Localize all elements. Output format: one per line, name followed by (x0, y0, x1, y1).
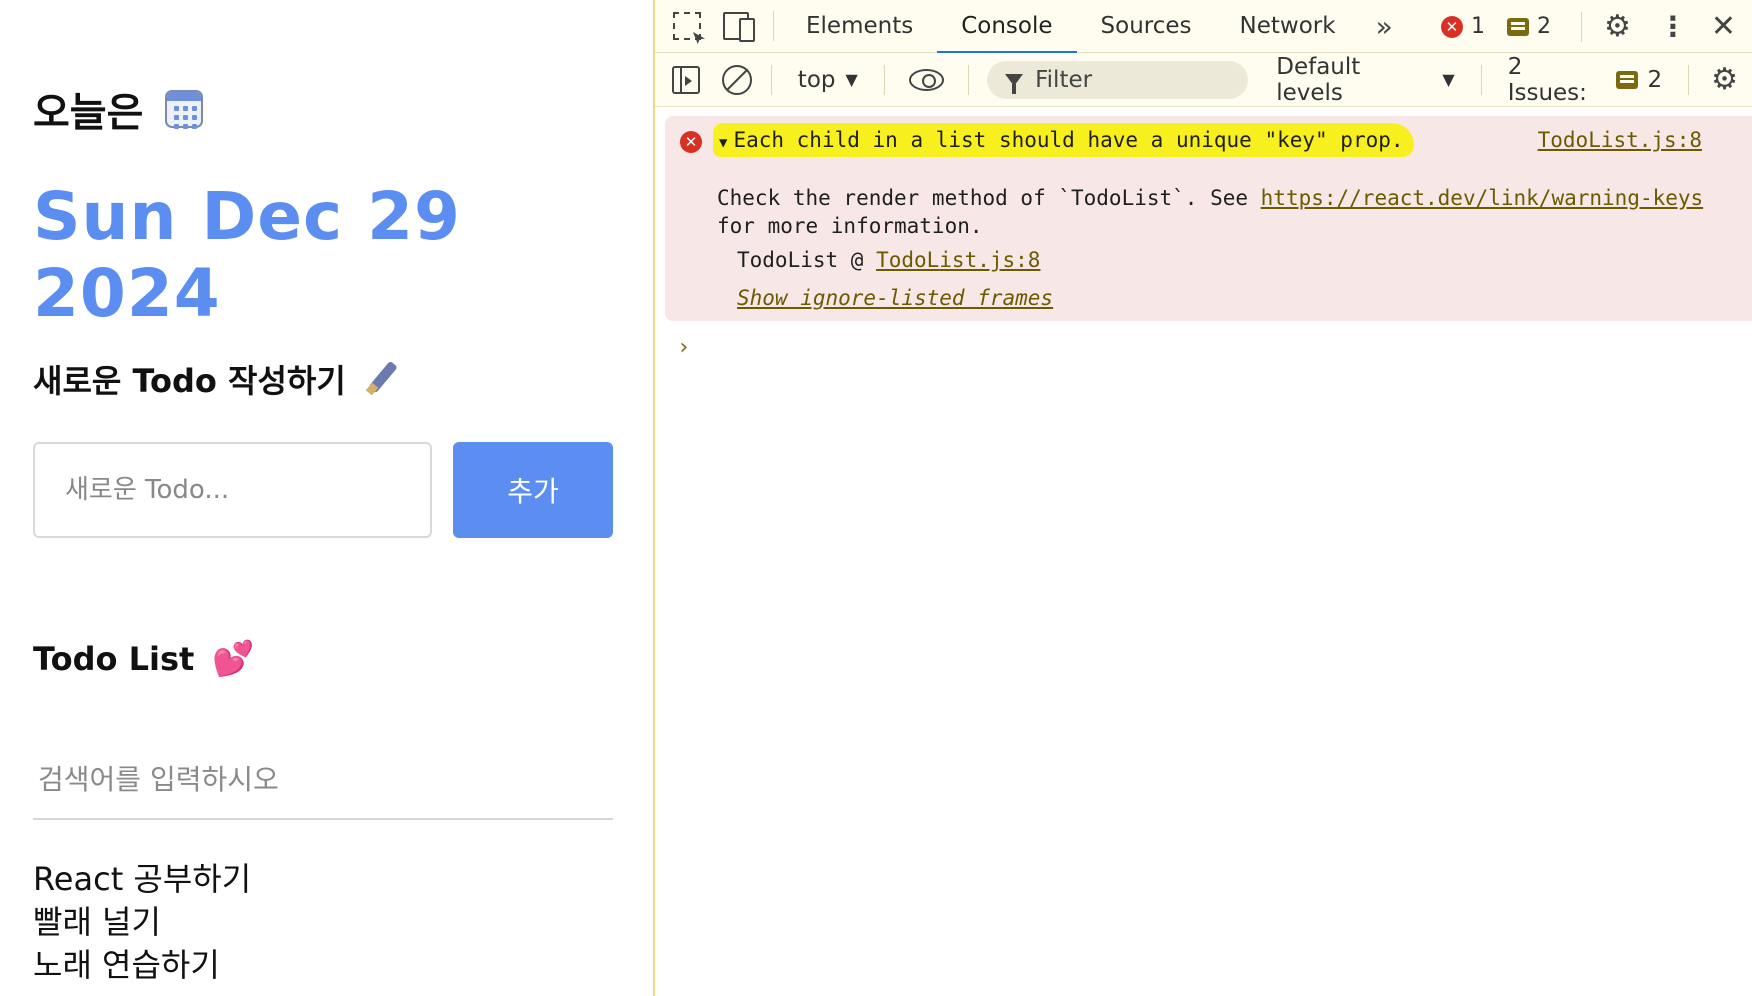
issues-label: 2 Issues: (1507, 53, 1587, 106)
todo-list-heading: Todo List 💕 (33, 640, 255, 678)
chevron-down-icon: ▼ (845, 70, 858, 89)
page-title: 오늘은 (33, 80, 204, 138)
stack-source-link[interactable]: TodoList.js:8 (876, 248, 1040, 272)
context-select[interactable]: top ▼ (780, 67, 876, 93)
chevron-down-icon: ▼ (1442, 70, 1455, 89)
error-detail-text-1: Check the render method of `TodoList`. S… (717, 186, 1261, 210)
more-tabs-icon[interactable]: » (1360, 10, 1409, 43)
warning-keys-link[interactable]: https://react.dev/link/warning-keys (1261, 186, 1704, 210)
new-todo-heading: 새로운 Todo 작성하기 (33, 356, 398, 402)
kebab-menu-icon[interactable]: ⋮ (1645, 10, 1701, 43)
hearts-icon: 💕 (212, 639, 255, 679)
clear-console-button[interactable] (712, 54, 763, 106)
tab-elements[interactable]: Elements (782, 0, 937, 53)
tab-console[interactable]: Console (937, 0, 1077, 54)
error-source-link[interactable]: TodoList.js:8 (1538, 128, 1702, 152)
error-count-badge[interactable]: ✕ 1 (1440, 14, 1485, 39)
pen-icon (364, 362, 398, 396)
log-levels-select[interactable]: Default levels ▼ (1258, 54, 1472, 106)
add-button[interactable]: 추가 (453, 442, 613, 538)
console-toolbar: top ▼ Filter Default levels ▼ 2 Issues: … (655, 53, 1752, 107)
inspect-button[interactable] (661, 0, 713, 52)
divider (770, 64, 772, 95)
filter-input[interactable]: Filter (987, 60, 1249, 99)
tab-network[interactable]: Network (1216, 0, 1360, 53)
error-message[interactable]: ▼ Each child in a list should have a uniq… (713, 123, 1414, 157)
eye-icon[interactable] (908, 68, 945, 91)
context-value: top (797, 66, 836, 93)
sidebar-toggle-icon (672, 65, 701, 94)
todo-item[interactable]: 노래 연습하기 (33, 944, 251, 987)
calendar-icon (165, 90, 204, 129)
show-ignore-listed-frames-link[interactable]: Show ignore-listed frames (737, 286, 1053, 310)
new-todo-heading-text: 새로운 Todo 작성하기 (33, 362, 346, 400)
inspect-icon (673, 12, 701, 40)
error-details: Check the render method of `TodoList`. S… (717, 184, 1707, 240)
device-toolbar-button[interactable] (713, 0, 765, 52)
search-input[interactable] (33, 740, 613, 820)
divider (1688, 64, 1690, 95)
message-count-badge[interactable]: 2 (1506, 14, 1551, 39)
filter-placeholder: Filter (1035, 66, 1093, 93)
new-todo-input[interactable] (33, 442, 432, 538)
todo-item[interactable]: 빨래 널기 (33, 901, 251, 944)
log-levels-value: Default levels (1276, 53, 1361, 106)
console-prompt[interactable]: › (677, 335, 690, 360)
issues-count: 2 (1647, 66, 1663, 93)
devtools-status-group: ✕ 1 2 ⚙ ⋮ ✕ (1440, 0, 1752, 53)
error-message-text: Each child in a list should have a uniqu… (733, 128, 1404, 152)
divider (883, 64, 885, 95)
stack-function: TodoList @ (737, 248, 877, 272)
divider (773, 11, 774, 41)
console-settings-gear-icon[interactable]: ⚙ (1697, 62, 1752, 97)
issues-button[interactable]: 2 Issues: 2 (1490, 54, 1680, 106)
current-date: Sun Dec 29 2024 (33, 178, 461, 332)
message-icon (1506, 17, 1529, 36)
todo-list-heading-text: Todo List (33, 640, 195, 678)
sidebar-toggle-button[interactable] (661, 54, 712, 106)
gear-icon[interactable]: ⚙ (1590, 9, 1645, 44)
expand-triangle-icon[interactable]: ▼ (719, 135, 727, 151)
tab-sources[interactable]: Sources (1077, 0, 1216, 53)
page-title-text: 오늘은 (33, 90, 144, 136)
divider (1480, 64, 1482, 95)
devtools-panel: Elements Console Sources Network » ✕ 1 2… (653, 0, 1752, 996)
error-icon: ✕ (1440, 15, 1463, 38)
console-output: ✕ ▼ Each child in a list should have a un… (655, 107, 1752, 996)
close-icon[interactable]: ✕ (1701, 9, 1752, 44)
filter-icon (1005, 73, 1024, 94)
divider (968, 64, 970, 95)
divider (1580, 11, 1582, 42)
todo-app: 오늘은 Sun Dec 29 2024 새로운 Todo 작성하기 추가 Tod… (0, 0, 653, 996)
todo-list: React 공부하기 빨래 널기 노래 연습하기 (33, 858, 251, 987)
console-error-entry: ✕ ▼ Each child in a list should have a un… (665, 116, 1752, 321)
stack-frame: TodoList @ TodoList.js:8 (737, 248, 1040, 272)
error-icon: ✕ (680, 131, 702, 153)
todo-item[interactable]: React 공부하기 (33, 858, 251, 901)
message-count: 2 (1536, 14, 1551, 39)
clear-console-icon (722, 64, 753, 95)
error-count: 1 (1470, 14, 1485, 39)
device-toolbar-icon (723, 12, 755, 42)
devtools-tabbar: Elements Console Sources Network » ✕ 1 2… (655, 0, 1752, 54)
error-detail-text-2: for more information. (717, 214, 983, 238)
message-icon (1616, 70, 1638, 89)
